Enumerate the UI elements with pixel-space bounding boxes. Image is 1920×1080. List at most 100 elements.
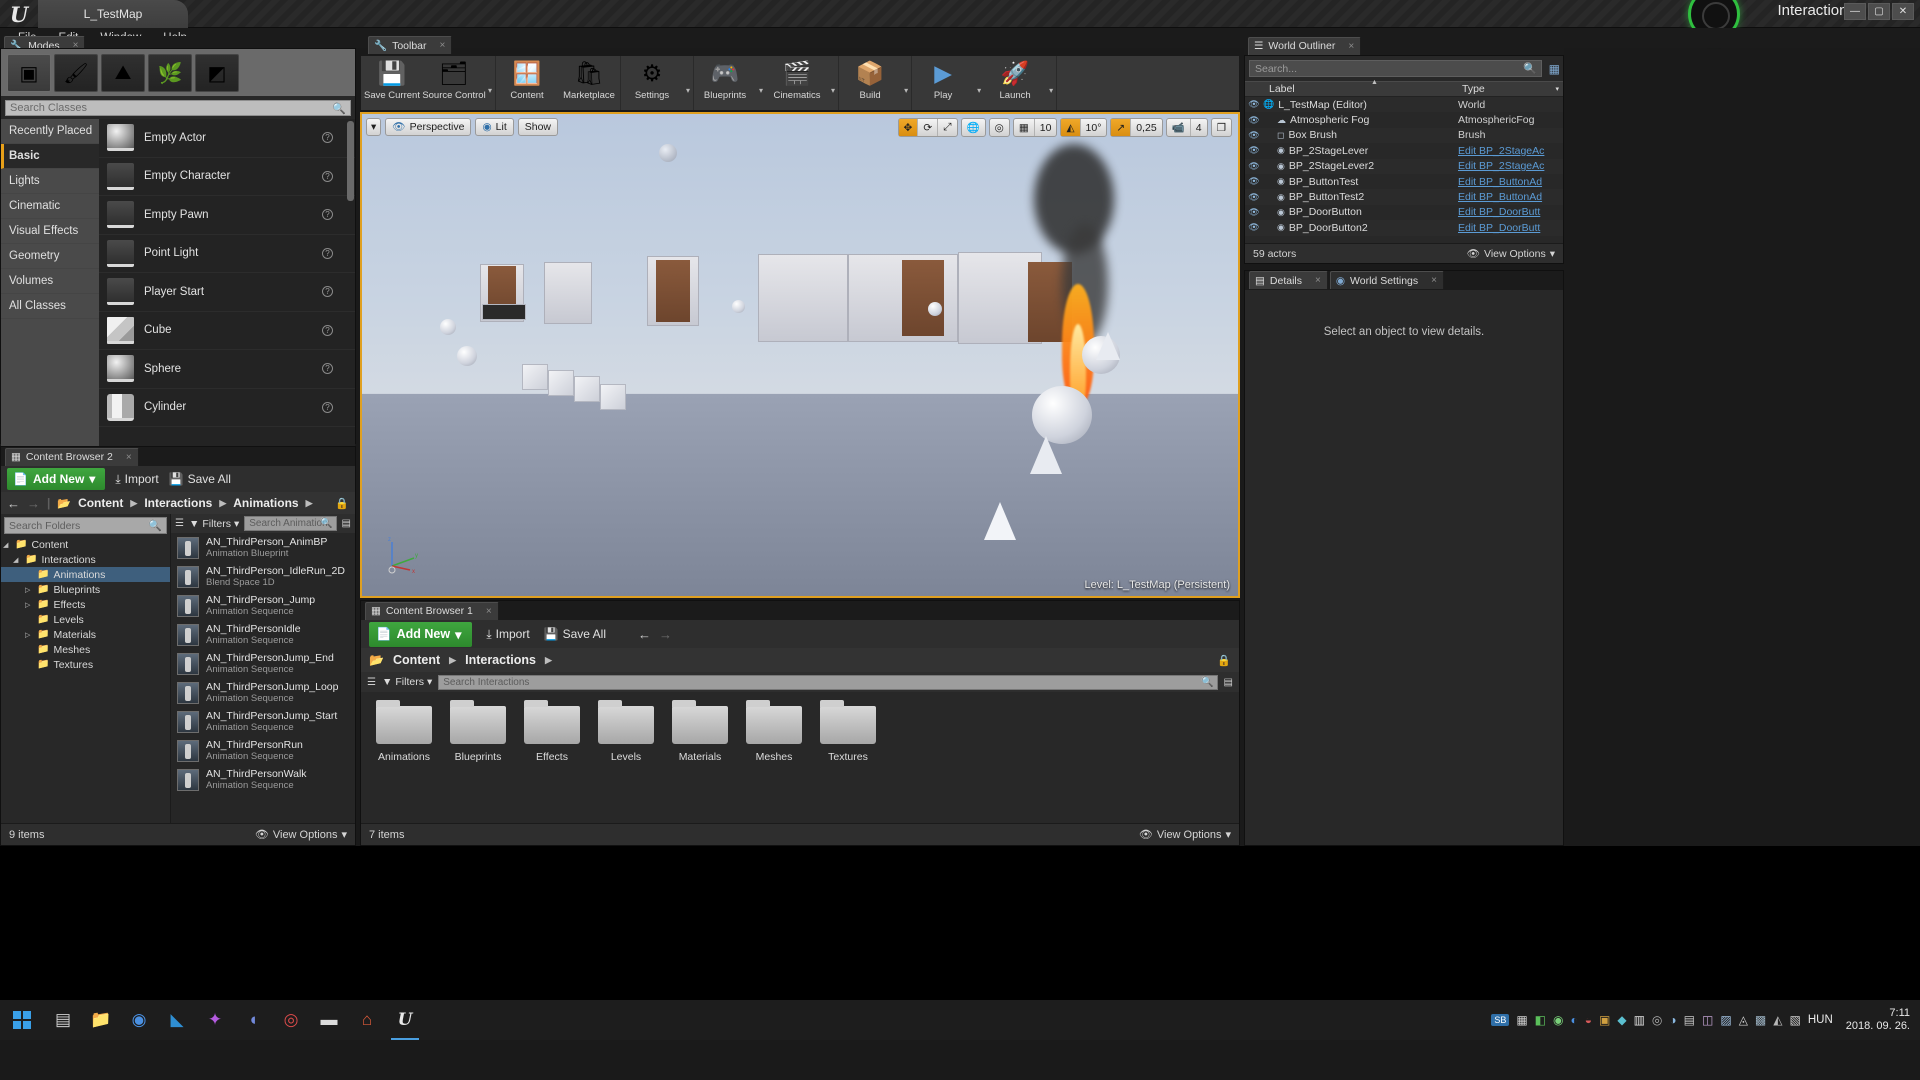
taskbar-home-button[interactable]: ⌂ xyxy=(348,1000,386,1040)
visibility-eye-icon[interactable]: 👁 xyxy=(1245,176,1263,187)
maximize-button[interactable]: ▢ xyxy=(1868,3,1890,20)
cb2-forward-button[interactable]: → xyxy=(27,496,40,511)
camera-mode-button[interactable]: 👁 Perspective xyxy=(385,117,472,136)
content-button[interactable]: 🪟 Content xyxy=(496,56,558,110)
visibility-eye-icon[interactable]: 👁 xyxy=(1245,207,1263,218)
cb2-view-options-button[interactable]: 👁 View Options ▾ xyxy=(255,828,347,842)
taskbar-taskview-button[interactable]: ▤ xyxy=(44,1000,82,1040)
outliner-row-type[interactable]: Edit BP_2StageAc xyxy=(1458,160,1563,172)
cb1-forward-button[interactable]: → xyxy=(659,627,672,642)
tab-toolbar[interactable]: 🔧 Toolbar × xyxy=(368,36,453,54)
cb1-import-button[interactable]: ⤓ Import xyxy=(486,627,529,642)
start-button[interactable] xyxy=(0,1000,44,1040)
tray-icon-8[interactable]: ▥ xyxy=(1634,1013,1645,1027)
asset-list-item[interactable]: AN_ThirdPersonWalk Animation Sequence xyxy=(171,765,355,794)
angle-snap-value[interactable]: 10° xyxy=(1081,119,1107,136)
tray-icon-15[interactable]: ▩ xyxy=(1755,1013,1766,1027)
taskbar-unreal-engine-button[interactable]: U xyxy=(386,1000,424,1040)
category-all-classes[interactable]: All Classes xyxy=(1,294,99,319)
cb1-view-toggle-icon[interactable]: ▤ xyxy=(1224,677,1233,688)
cb1-filters-button[interactable]: ▼ Filters ▾ xyxy=(382,676,432,688)
grid-snap-value[interactable]: 10 xyxy=(1035,119,1057,136)
map-tab[interactable]: L_TestMap xyxy=(38,0,188,28)
cb2-asset-search-input[interactable]: Search Animation 🔍 xyxy=(244,516,337,531)
help-icon[interactable]: ? xyxy=(322,132,333,144)
outliner-row-type[interactable]: Edit BP_ButtonAd xyxy=(1458,176,1563,188)
cb1-add-new-button[interactable]: 📄 Add New ▾ xyxy=(369,621,473,647)
cinematics-dropdown-icon[interactable]: ▾ xyxy=(831,72,835,95)
outliner-row[interactable]: 👁 🌐 L_TestMap (Editor) World xyxy=(1245,97,1563,113)
tab-world-settings[interactable]: ◉ World Settings × xyxy=(1329,271,1444,289)
visibility-eye-icon[interactable]: 👁 xyxy=(1245,115,1263,126)
taskbar-epic-games-button[interactable]: ▬ xyxy=(310,1000,348,1040)
outliner-row[interactable]: 👁 ◉ BP_DoorButton Edit BP_DoorButt xyxy=(1245,205,1563,220)
marketplace-button[interactable]: 🛍 Marketplace xyxy=(558,56,620,110)
asset-list-item[interactable]: AN_ThirdPersonJump_Loop Animation Sequen… xyxy=(171,678,355,707)
type-column-header[interactable]: Type ▾ xyxy=(1458,83,1563,95)
asset-list-item[interactable]: AN_ThirdPersonIdle Animation Sequence xyxy=(171,620,355,649)
label-column-header[interactable]: Label ▲ xyxy=(1263,79,1458,95)
landscape-mode-button[interactable]: ⛰ xyxy=(101,54,145,92)
folder-tile-textures[interactable]: Textures xyxy=(819,700,877,763)
folder-tile-meshes[interactable]: Meshes xyxy=(745,700,803,763)
place-asset-row[interactable]: Empty Pawn ? xyxy=(99,196,355,235)
outliner-row[interactable]: 👁 ◉ BP_ButtonTest Edit BP_ButtonAd xyxy=(1245,174,1563,189)
tray-icon-17[interactable]: ▧ xyxy=(1790,1013,1801,1027)
tray-icon-7[interactable]: ◆ xyxy=(1617,1013,1626,1027)
rotate-tool-button[interactable]: ⟳ xyxy=(918,119,939,136)
category-cinematic[interactable]: Cinematic xyxy=(1,194,99,219)
place-asset-row[interactable]: Empty Character ? xyxy=(99,158,355,196)
clock[interactable]: 7:11 2018. 09. 26. xyxy=(1846,1007,1910,1033)
geometry-mode-button[interactable]: ◩ xyxy=(195,54,239,92)
taskbar-discord-button[interactable]: ◖ xyxy=(234,1000,272,1040)
cb2-crumb-interactions[interactable]: Interactions xyxy=(144,496,212,510)
cb1-search-input[interactable]: Search Interactions 🔍 xyxy=(438,674,1218,690)
folder-tile-materials[interactable]: Materials xyxy=(671,700,729,763)
cb2-filters-button[interactable]: ▼ Filters ▾ xyxy=(189,518,239,530)
cb2-crumb-animations[interactable]: Animations xyxy=(233,496,298,510)
cb2-lock-icon[interactable]: 🔒 xyxy=(335,497,349,510)
visibility-eye-icon[interactable]: 👁 xyxy=(1245,130,1263,141)
category-basic[interactable]: Basic xyxy=(1,144,99,169)
folder-tile-blueprints[interactable]: Blueprints xyxy=(449,700,507,763)
view-mode-button[interactable]: ◉ Lit xyxy=(475,117,514,136)
visibility-eye-icon[interactable]: 👁 xyxy=(1245,99,1263,110)
asset-list-item[interactable]: AN_ThirdPerson_Jump Animation Sequence xyxy=(171,591,355,620)
cb1-crumb-content[interactable]: Content xyxy=(393,653,440,667)
settings-dropdown-icon[interactable]: ▾ xyxy=(686,72,690,95)
blueprints-button[interactable]: 🎮 Blueprints xyxy=(694,56,756,110)
camera-speed-icon[interactable]: 📹 xyxy=(1167,119,1191,136)
save-current-button[interactable]: 💾 Save Current xyxy=(361,56,423,110)
toolbar-tab-close-icon[interactable]: × xyxy=(440,40,446,51)
outliner-row[interactable]: 👁 ☁ Atmospheric Fog AtmosphericFog xyxy=(1245,112,1563,127)
outliner-row[interactable]: 👁 ◉ BP_DoorButton2 Edit BP_DoorButt xyxy=(1245,220,1563,236)
details-tab-close-icon[interactable]: × xyxy=(1315,275,1321,286)
visibility-eye-icon[interactable]: 👁 xyxy=(1245,145,1263,156)
outliner-row[interactable]: 👁 ◉ BP_2StageLever2 Edit BP_2StageAc xyxy=(1245,158,1563,174)
outliner-search-input[interactable]: Search... 🔍 xyxy=(1249,60,1542,77)
tray-icon-9[interactable]: ◎ xyxy=(1652,1013,1662,1027)
place-asset-row[interactable]: Sphere ? xyxy=(99,350,355,389)
foliage-mode-button[interactable]: 🌿 xyxy=(148,54,192,92)
launch-button[interactable]: 🚀 Launch xyxy=(984,56,1046,110)
category-recently-placed[interactable]: Recently Placed xyxy=(1,119,99,144)
taskbar-file-explorer-button[interactable]: 📁 xyxy=(82,1000,120,1040)
cb2-crumb-content[interactable]: Content xyxy=(78,496,123,510)
minimize-button[interactable]: — xyxy=(1844,3,1866,20)
category-volumes[interactable]: Volumes xyxy=(1,269,99,294)
place-mode-button[interactable]: ▣ xyxy=(7,54,51,92)
cb1-back-button[interactable]: ← xyxy=(638,627,651,642)
asset-list-item[interactable]: AN_ThirdPersonRun Animation Sequence xyxy=(171,736,355,765)
tree-item-effects[interactable]: ▷ 📁 Effects xyxy=(1,597,170,612)
tray-icon-3[interactable]: ◉ xyxy=(1553,1013,1563,1027)
visibility-eye-icon[interactable]: 👁 xyxy=(1245,161,1263,172)
tab-content-browser-1[interactable]: ▦ Content Browser 1 × xyxy=(365,601,499,620)
tree-item-content[interactable]: ◢ 📁 Content xyxy=(1,537,170,552)
level-viewport[interactable]: ▾ 👁 Perspective ◉ Lit Show ✥ ⟳ ⤢ 🌐 ◎ ▦ 1… xyxy=(360,112,1240,598)
outliner-row-type[interactable]: Edit BP_ButtonAd xyxy=(1458,191,1563,203)
cb1-view-options-button[interactable]: 👁 View Options ▾ xyxy=(1139,828,1231,842)
tab-content-browser-2[interactable]: ▦ Content Browser 2 × xyxy=(5,447,139,466)
source-control-dropdown-icon[interactable]: ▾ xyxy=(488,72,492,95)
help-icon[interactable]: ? xyxy=(322,170,333,182)
viewport-options-button[interactable]: ▾ xyxy=(366,117,382,136)
